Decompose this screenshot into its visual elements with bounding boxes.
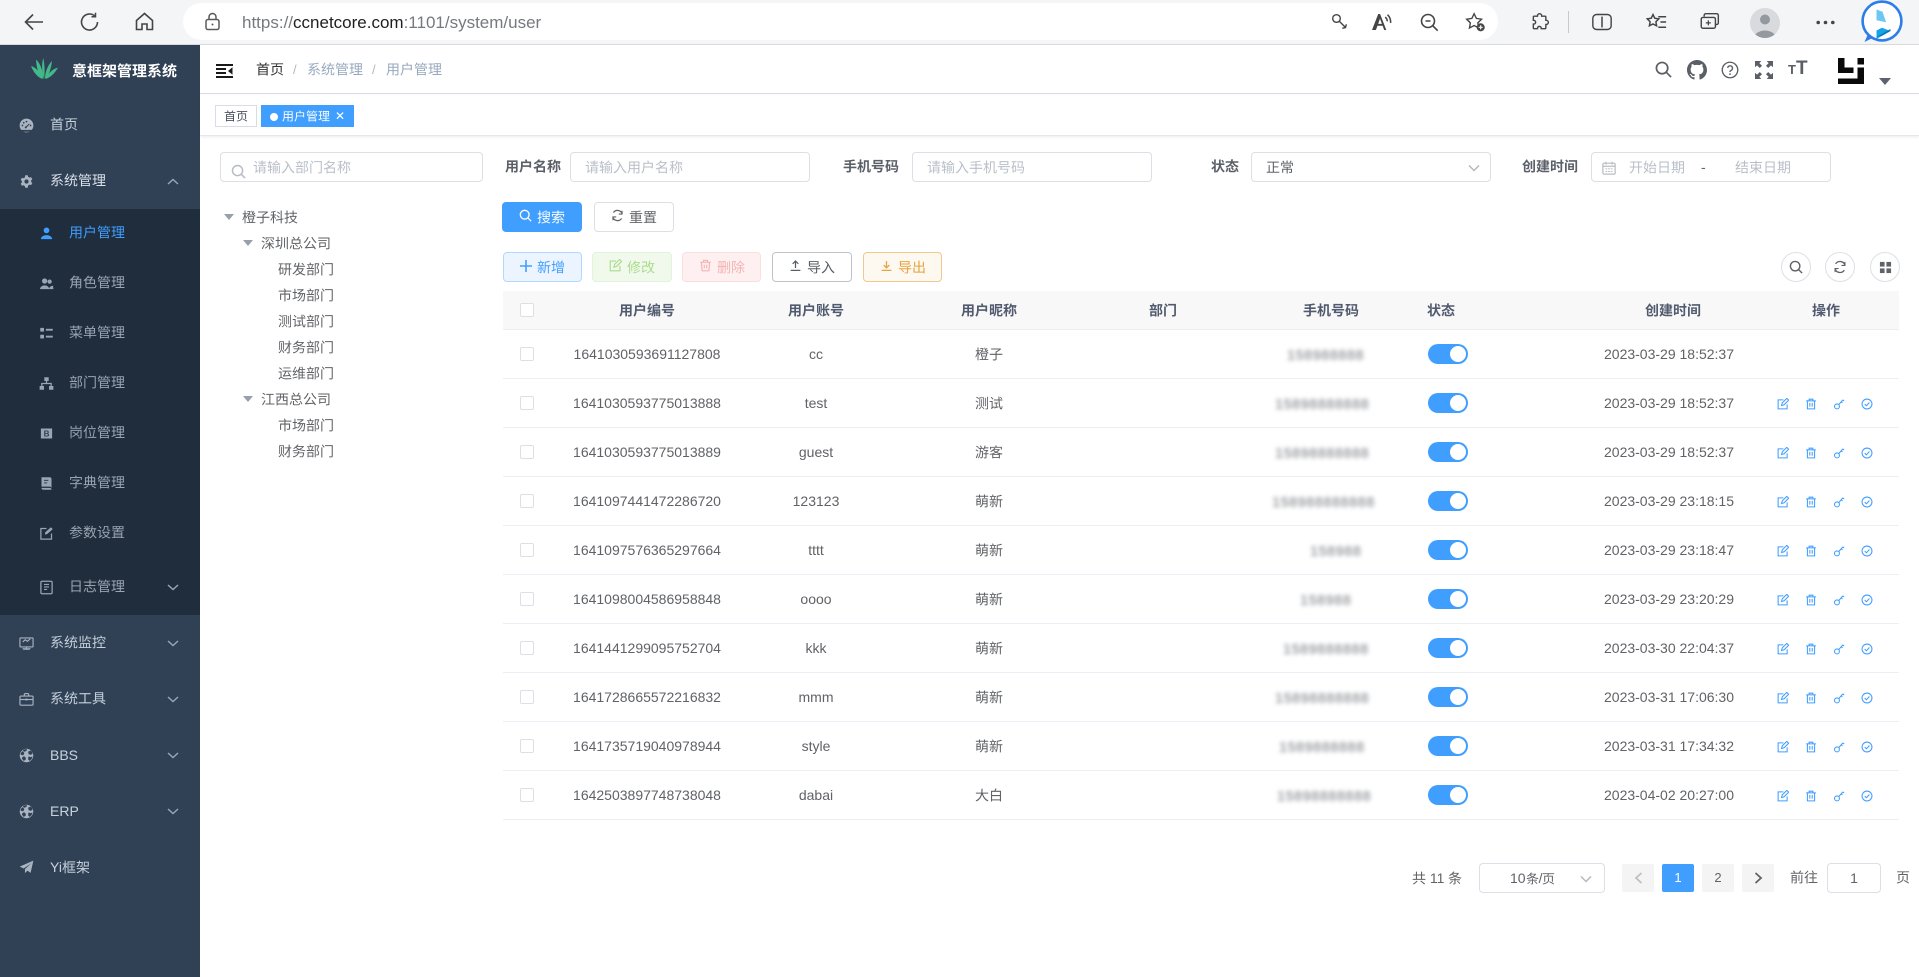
svg-text:B: B xyxy=(43,429,49,438)
